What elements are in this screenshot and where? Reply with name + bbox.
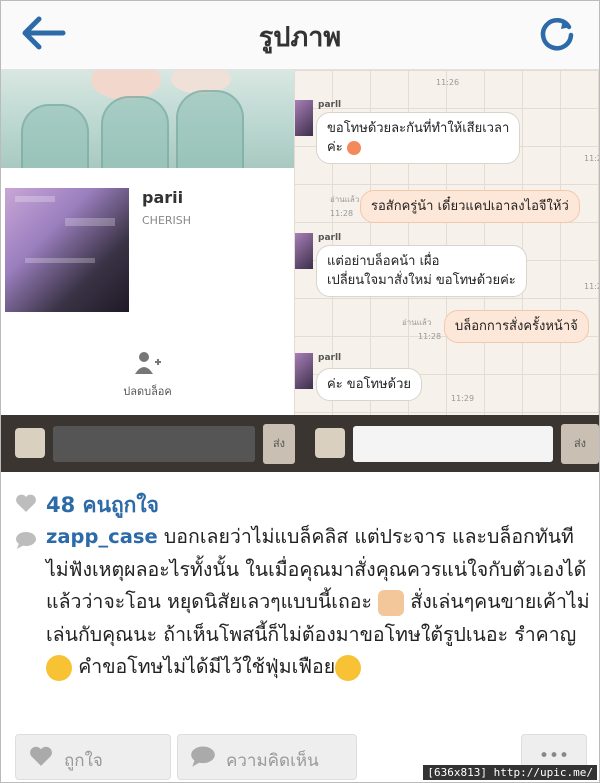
profile-screenshot: parii CHERISH ปลดบล็อค [1, 70, 295, 472]
thumbs-down-icon [378, 589, 405, 616]
read-receipt: อ่านแล้ว [330, 195, 360, 204]
app-frame: รูปภาพ parii CHERISH ปลดบล็อค 11:26 parl… [0, 0, 600, 783]
grimace-face-icon [335, 654, 362, 681]
chat-avatar [295, 233, 313, 269]
chat-avatar [295, 353, 313, 389]
page-title: รูปภาพ [258, 22, 342, 53]
chat-sender-name: parll [318, 100, 342, 110]
like-label: ถูกใจ [64, 751, 103, 771]
top-nav-bar: รูปภาพ [1, 1, 599, 70]
message-text: แต่อย่าบล็อคน้า เผื่อ [327, 254, 440, 269]
angry-face-icon [346, 140, 361, 155]
chat-input-left [53, 426, 255, 462]
message-text: ค่ะ [327, 140, 343, 155]
flower-cover-image [1, 70, 294, 168]
read-receipt: อ่านแล้ว [402, 318, 432, 327]
refresh-icon[interactable] [537, 13, 577, 53]
comment-bubble-icon [15, 531, 37, 549]
chat-input-bar: ส่ง ส่ง [1, 415, 599, 472]
caption-username[interactable]: zapp_case [46, 525, 158, 548]
timestamp: 11:29 [451, 394, 475, 403]
profile-subtitle: CHERISH [142, 214, 192, 227]
message-text: เปลี่ยนใจมาสั่งใหม่ ขอโทษด้วยค่ะ [327, 273, 516, 288]
add-user-icon [133, 350, 163, 376]
send-button-left: ส่ง [263, 424, 295, 464]
comment-button[interactable]: ความคิดเห็น [177, 734, 357, 780]
chat-sender-name: parll [318, 233, 342, 243]
emoji-button-icon [15, 428, 45, 458]
heart-icon [28, 745, 54, 767]
profile-avatar [5, 188, 129, 312]
chat-avatar [295, 100, 313, 136]
send-button-right: ส่ง [561, 424, 599, 464]
chat-input-right [353, 426, 553, 462]
heart-icon [15, 493, 37, 513]
timestamp: 11:28 [330, 209, 354, 218]
chat-bubble-outgoing: บล็อกการสั่งครั้งหน้าจ้ [444, 310, 589, 343]
timestamp: 11:28 [584, 282, 599, 291]
caption-text: zapp_case บอกเลยว่าไม่แบล็คลิส แต่ประจาร… [46, 521, 599, 684]
chat-screenshot: 11:26 parll ขอโทษด้วยละกันที่ทำให้เสียเว… [294, 70, 599, 415]
like-button[interactable]: ถูกใจ [15, 734, 171, 780]
timestamp: 11:26 [436, 78, 460, 87]
chat-bubble-incoming: แต่อย่าบล็อคน้า เผื่อ เปลี่ยนใจมาสั่งใหม… [316, 245, 527, 297]
timestamp: 11:28 [418, 332, 442, 341]
chat-sender-name: parll [318, 353, 342, 363]
likes-count[interactable]: 48 คนถูกใจ [46, 489, 159, 522]
unblock-label: ปลดบล็อค [123, 385, 172, 398]
comment-label: ความคิดเห็น [226, 751, 319, 771]
message-text: ขอโทษด้วยละกันที่ทำให้เสียเวลา [327, 121, 510, 136]
caption-part: คำขอโทษไม่ได้มีไว้ใช้ฟุ่มเฟือย [72, 655, 336, 678]
post-photo[interactable]: parii CHERISH ปลดบล็อค 11:26 parll ขอโทษ… [1, 70, 599, 472]
kiss-face-icon [46, 654, 72, 681]
chat-bubble-outgoing: รอสักครู่น้า เดี๋ยวแคปเอาลงไอจีให้ว่ [360, 190, 580, 223]
watermark: [636x813] http://upic.me/ [423, 765, 597, 780]
emoji-button-icon [315, 428, 345, 458]
profile-name: parii [142, 188, 184, 207]
timestamp: 11:28 [584, 154, 599, 163]
unblock-button[interactable]: ปลดบล็อค [1, 342, 294, 408]
comment-bubble-icon [190, 745, 216, 767]
chat-bubble-incoming: ขอโทษด้วยละกันที่ทำให้เสียเวลา ค่ะ [316, 112, 521, 164]
chat-bubble-incoming: ค่ะ ขอโทษด้วย [316, 368, 422, 401]
